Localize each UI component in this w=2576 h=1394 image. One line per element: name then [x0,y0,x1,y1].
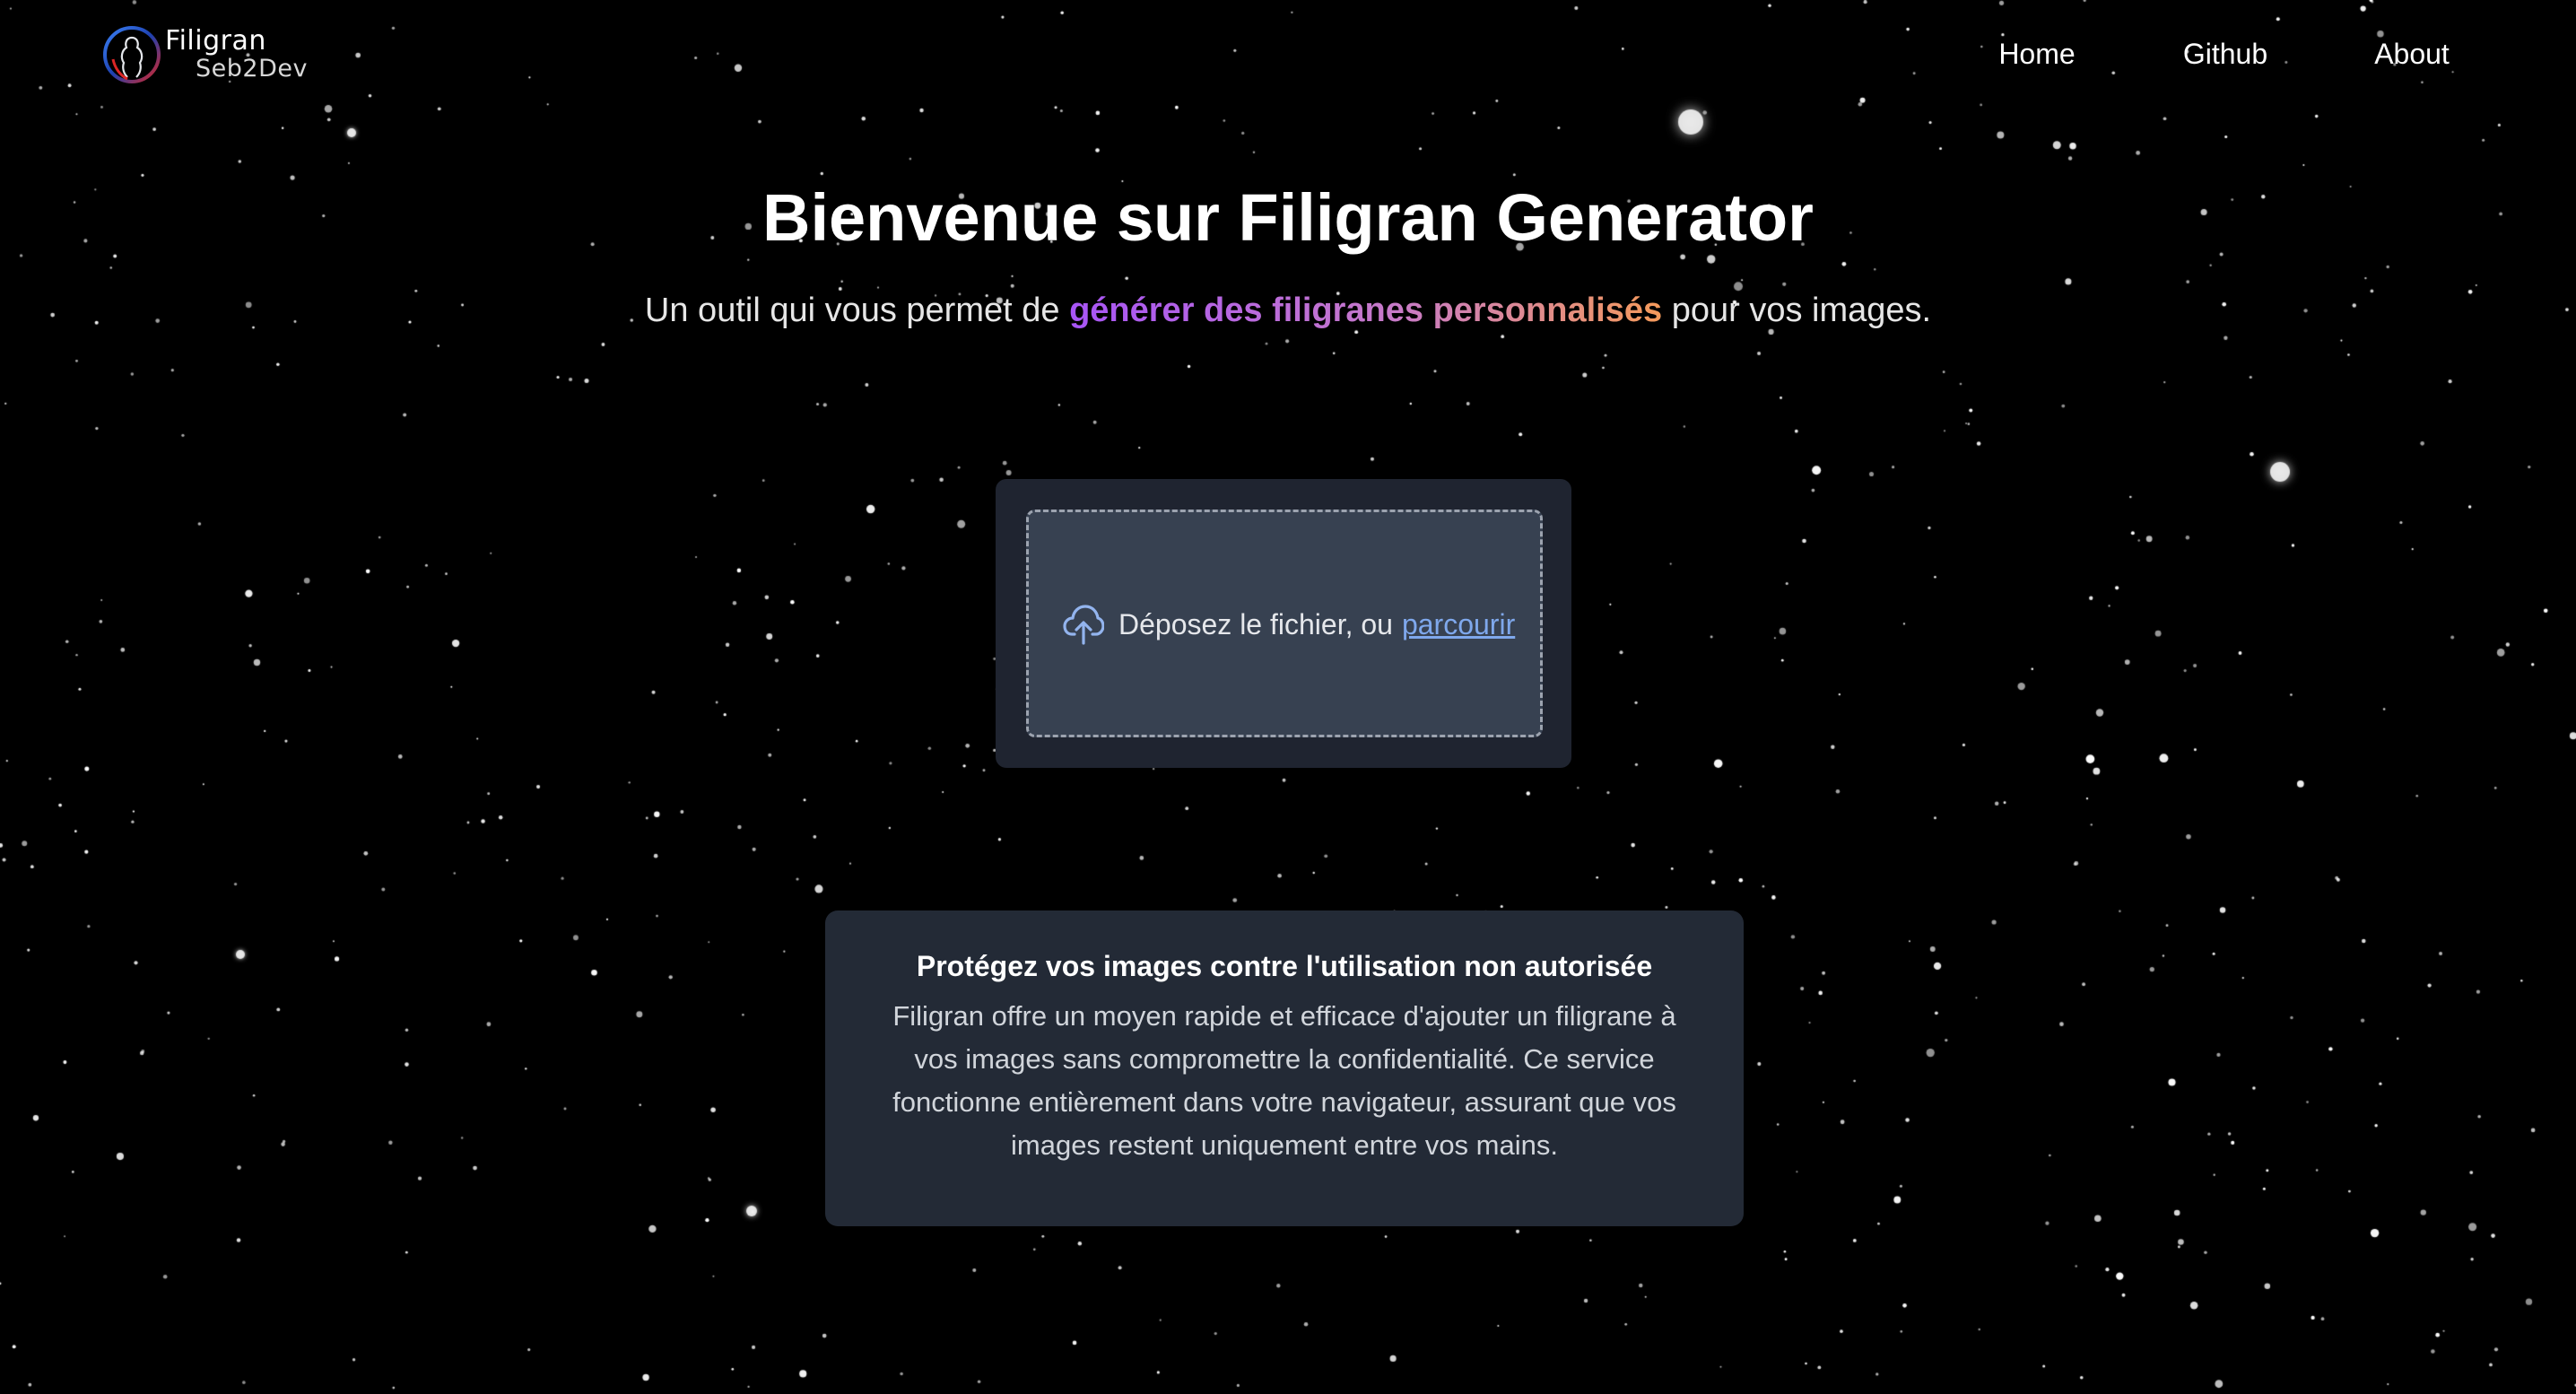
nav-github-link[interactable]: Github [2183,32,2267,75]
subtitle-highlight: générer des filigranes personnalisés [1069,292,1663,329]
logo-icon [103,26,161,83]
nav-home-link[interactable]: Home [1998,32,2075,75]
info-title: Protégez vos images contre l'utilisation… [916,950,1653,982]
logo-title: Filigran [165,25,266,57]
cloud-upload-icon [1063,605,1104,645]
info-card: Protégez vos images contre l'utilisation… [825,910,1744,1226]
subtitle-suffix: pour vos images. [1671,292,1932,329]
dropzone-text: Déposez le fichier, ou [1118,607,1393,640]
logo-link[interactable]: Filigran Seb2Dev [100,23,307,88]
logo-subtitle: Seb2Dev [196,55,308,83]
browse-link[interactable]: parcourir [1402,608,1515,641]
page-subtitle: Un outil qui vous permet de générer des … [0,285,2576,335]
page-title: Bienvenue sur Filigran Generator [762,180,1814,255]
dropzone-content: Déposez le fichier, ou parcourir [1063,600,1515,649]
subtitle-prefix: Un outil qui vous permet de [644,292,1060,329]
nav-about-link[interactable]: About [2374,32,2450,75]
file-dropzone[interactable]: Déposez le fichier, ou parcourir [1026,510,1543,737]
upload-card: Déposez le fichier, ou parcourir [996,479,1571,768]
info-body: Filigran offre un moyen rapide et effica… [892,1000,1676,1161]
